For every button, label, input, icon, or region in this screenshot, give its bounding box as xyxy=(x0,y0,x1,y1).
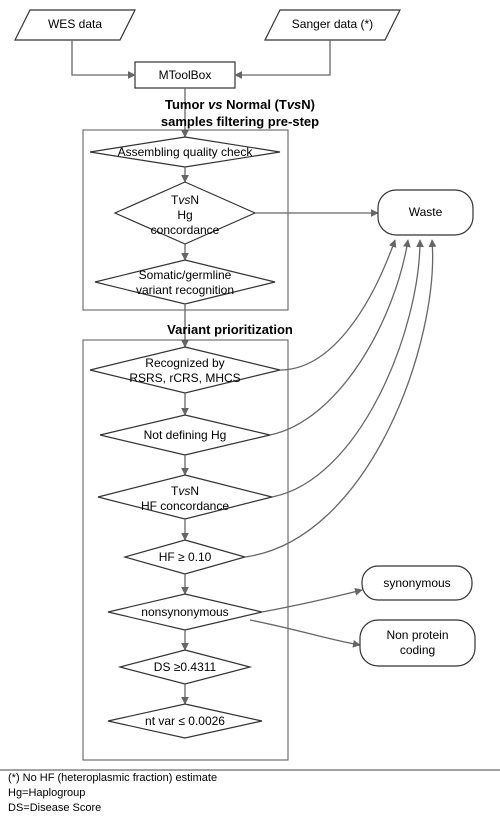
nonsynonymous-node xyxy=(108,594,262,630)
mtoolbox-node xyxy=(135,62,235,88)
wes-data-node xyxy=(15,10,135,40)
waste-node xyxy=(378,190,473,235)
legend-note1: (*) No HF (heteroplasmic fraction) estim… xyxy=(8,771,217,786)
sanger-data-node xyxy=(265,10,400,40)
legend-note2: Hg=Haplogroup xyxy=(8,786,217,801)
ds-threshold-node xyxy=(120,650,250,684)
tvsn-hf-node xyxy=(98,475,272,519)
synonymous-node xyxy=(362,566,472,600)
legend-block: (*) No HF (heteroplasmic fraction) estim… xyxy=(8,771,217,816)
assembly-node xyxy=(90,137,280,167)
section2-title: Variant prioritization xyxy=(140,322,320,339)
recognized-node xyxy=(90,347,280,393)
nt-var-node xyxy=(108,704,262,738)
non-protein-node xyxy=(360,620,475,666)
section1-title-l2: samples filtering pre-step xyxy=(135,114,345,131)
tvsn-hg-node xyxy=(115,182,255,244)
legend-note3: DS=Disease Score xyxy=(8,801,217,816)
not-defining-hg-node xyxy=(100,415,270,455)
hf-threshold-node xyxy=(125,540,245,574)
somatic-node xyxy=(95,260,275,304)
